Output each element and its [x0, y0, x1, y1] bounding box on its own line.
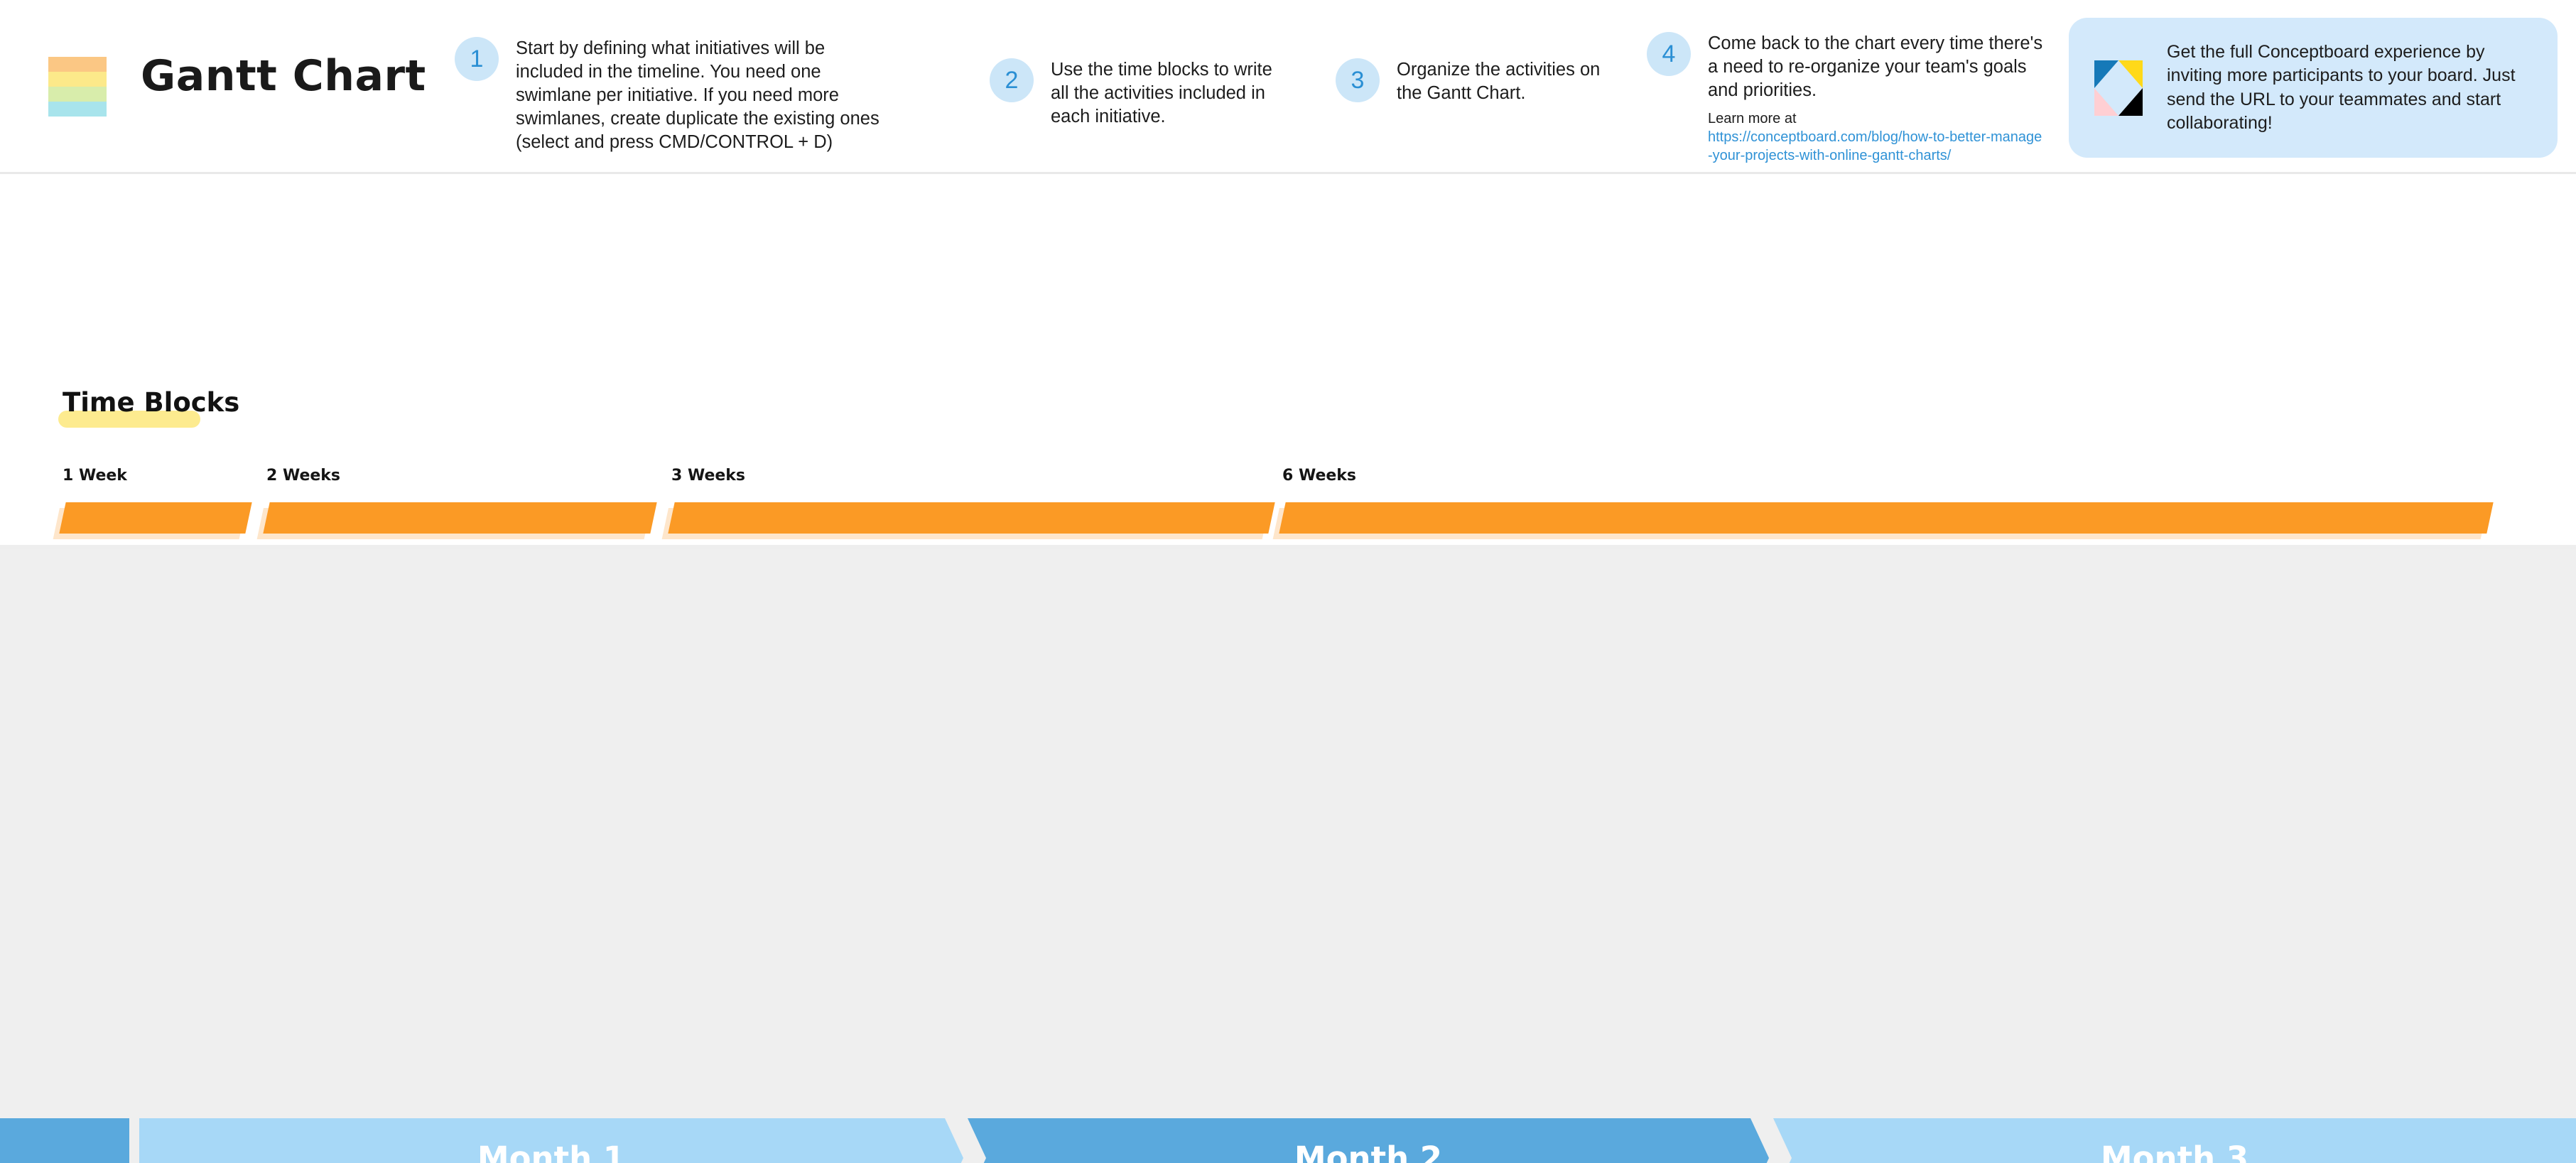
logo-stripe-3 — [48, 87, 107, 102]
timeline-label: Timeline — [0, 1118, 129, 1163]
step-number-badge: 2 — [990, 58, 1034, 102]
instruction-step-3: 3 Organize the activities on the Gantt C… — [1336, 58, 1620, 105]
conceptboard-promo-card: Get the full Conceptboard experience by … — [2069, 18, 2558, 158]
month-header-2[interactable]: Month 2 — [968, 1118, 1769, 1163]
gantt-logo-icon — [48, 57, 107, 117]
instruction-step-1: 1 Start by defining what initiatives wil… — [455, 37, 881, 154]
time-blocks-heading: Time Blocks — [63, 387, 240, 418]
step-text: Come back to the chart every time there'… — [1708, 33, 2043, 100]
learn-more-link[interactable]: https://conceptboard.com/blog/how-to-bet… — [1708, 128, 2045, 165]
time-blocks-section: Time Blocks 1 Week 2 Weeks 3 Weeks 6 Weeks — [0, 174, 2576, 701]
time-block-bar-fill — [263, 502, 657, 534]
month-header-3[interactable]: Month 3 — [1773, 1118, 2576, 1163]
instruction-step-2: 2 Use the time blocks to write all the a… — [990, 58, 1288, 129]
step-number-badge: 3 — [1336, 58, 1380, 102]
step-number-badge: 1 — [455, 37, 499, 81]
time-block-bar[interactable] — [1272, 502, 2494, 539]
logo-stripe-1 — [48, 57, 107, 72]
time-block-label-1: 1 Week — [63, 467, 127, 485]
page-title: Gantt Chart — [141, 51, 426, 101]
time-block-label-4: 6 Weeks — [1282, 467, 1357, 485]
time-block-bar[interactable] — [53, 502, 252, 539]
page-header: Gantt Chart 1 Start by defining what ini… — [0, 0, 2576, 174]
learn-more-label: Learn more at — [1708, 111, 1797, 126]
month-header-1[interactable]: Month 1 — [139, 1118, 963, 1163]
time-block-bar-fill — [1279, 502, 2494, 534]
step-text: Organize the activities on the Gantt Cha… — [1397, 60, 1601, 103]
logo-stripe-4 — [48, 102, 107, 117]
gantt-chart-section: Timeline Month 1Month 2Month 3 Week 1Wee… — [0, 549, 2576, 1163]
time-block-label-3: 3 Weeks — [671, 467, 746, 485]
promo-text: Get the full Conceptboard experience by … — [2167, 41, 2516, 134]
conceptboard-logo-icon — [2094, 60, 2143, 116]
step-number-badge: 4 — [1647, 32, 1691, 76]
time-block-label-2: 2 Weeks — [266, 467, 341, 485]
time-block-bar-fill — [59, 502, 252, 534]
step-text: Start by defining what initiatives will … — [516, 38, 880, 152]
time-block-bar-fill — [668, 502, 1275, 534]
step-text: Use the time blocks to write all the act… — [1051, 60, 1272, 126]
logo-stripe-2 — [48, 72, 107, 87]
time-block-bar[interactable] — [256, 502, 657, 539]
time-block-bar[interactable] — [661, 502, 1275, 539]
instruction-step-4: 4 Come back to the chart every time ther… — [1647, 32, 2045, 165]
